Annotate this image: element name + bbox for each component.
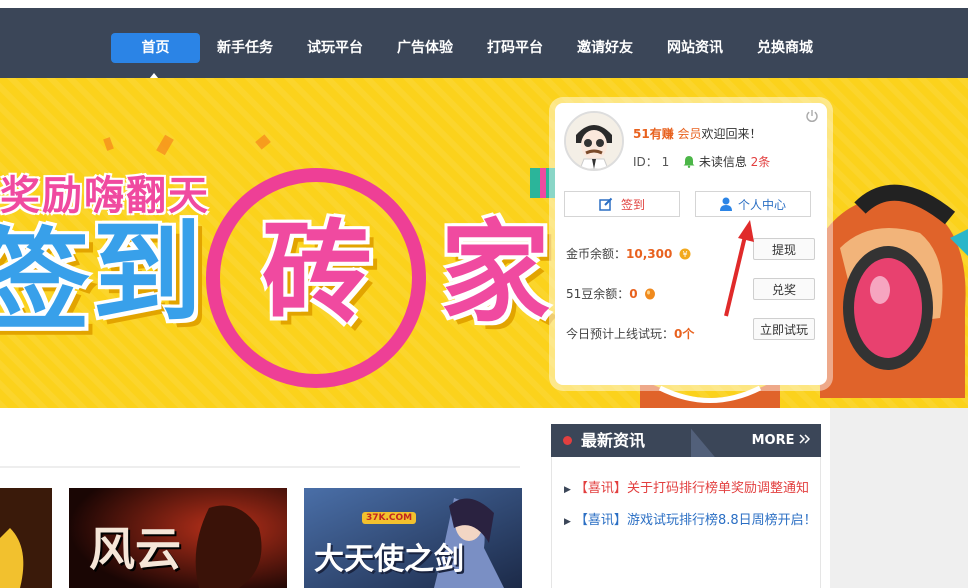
coin-label: 金币余额： (566, 247, 627, 261)
svg-text:¥: ¥ (683, 250, 688, 259)
try-now-button[interactable]: 立即试玩 (753, 318, 815, 340)
checkin-label: 签到 (620, 198, 645, 212)
logout-power-icon[interactable] (805, 109, 819, 123)
news-item[interactable]: ▶ 【喜讯】关于打码排行榜单奖励调整通知 (564, 477, 809, 496)
today-label: 今日预计上线试玩： (566, 327, 675, 341)
today-trials: 今日预计上线试玩：0个 (566, 325, 694, 342)
banner-char-arrive: 到 (92, 209, 202, 337)
id-value: 1 (661, 155, 670, 169)
game-1-art (0, 488, 52, 588)
nav-item-exchange-mall[interactable]: 兑换商城 (745, 33, 825, 63)
checkin-button[interactable]: 签到 (564, 191, 680, 217)
game-banner-1[interactable] (0, 488, 52, 588)
nav-item-invite-friends[interactable]: 邀请好友 (565, 33, 645, 63)
id-label: ID： (633, 155, 658, 169)
news-list: ▶ 【喜讯】关于打码排行榜单奖励调整通知 ▶ 【喜讯】游戏试玩排行榜8.8日周榜开启… (551, 457, 821, 588)
news-more-link[interactable]: MORE (752, 424, 811, 457)
welcome-suffix: 欢迎回来！ (701, 127, 762, 141)
unread-label: 未读信息 (698, 155, 747, 169)
game-banner-3[interactable]: 37K.COM 大天使之剑 (304, 488, 522, 588)
today-value: 0个 (674, 327, 695, 341)
banner-char-sign: 签 (0, 217, 90, 345)
site-name-link[interactable]: 51有赚 (633, 127, 674, 141)
double-chevron-right-icon (799, 434, 811, 444)
game-3-logo: 37K.COM (362, 512, 417, 524)
member-label: 会员 (677, 127, 702, 141)
coin-value: 10,300 (626, 247, 673, 261)
withdraw-button[interactable]: 提现 (753, 238, 815, 260)
bullet-triangle-icon: ▶ (564, 517, 571, 527)
edit-icon (599, 197, 613, 211)
personal-center-label: 个人中心 (737, 198, 786, 212)
nav-item-home[interactable]: 首页 (111, 33, 200, 63)
main-nav: 首页 新手任务 试玩平台 广告体验 打码平台 邀请好友 网站资讯 兑换商城 (0, 8, 968, 84)
right-gutter (830, 408, 968, 588)
nav-item-captcha-platform[interactable]: 打码平台 (475, 33, 555, 63)
bean-label: 51豆余额： (566, 287, 630, 301)
news-title: 最新资讯 (581, 431, 646, 450)
unread-messages[interactable]: 未读信息 2条 (683, 153, 770, 170)
news-dot-icon (563, 436, 572, 445)
news-header: 最新资讯 MORE (551, 424, 821, 457)
game-3-title: 大天使之剑 (314, 542, 464, 577)
news-tag: 【喜讯】 (574, 513, 627, 528)
bean-balance: 51豆余额：0 (566, 285, 656, 302)
news-item[interactable]: ▶ 【喜讯】游戏试玩排行榜8.8日周榜开启！ (564, 509, 817, 528)
nav-item-ad-experience[interactable]: 广告体验 (385, 33, 465, 63)
avatar[interactable] (564, 111, 624, 171)
bullet-triangle-icon: ▶ (564, 485, 571, 495)
welcome-text: 51有赚 会员欢迎回来！ (633, 125, 762, 142)
user-id: ID： 1 (633, 153, 669, 170)
news-text: 游戏试玩排行榜8.8日周榜开启！ (626, 513, 817, 528)
coin-icon: ¥ (679, 248, 691, 260)
gift-box-icon (530, 168, 556, 198)
banner-char-home: 家 (440, 209, 550, 337)
game-2-title: 风云 (89, 522, 181, 576)
redeem-prize-button[interactable]: 兑奖 (753, 278, 815, 300)
unread-count: 2条 (750, 155, 771, 169)
bell-icon (683, 156, 695, 168)
news-tag: 【喜讯】 (574, 481, 627, 496)
personal-center-button[interactable]: 个人中心 (695, 191, 811, 217)
avatar-image (566, 113, 622, 169)
game-banner-2[interactable]: 风云 (69, 488, 287, 588)
nav-item-trial-platform[interactable]: 试玩平台 (295, 33, 375, 63)
red-arrow-annotation (724, 220, 754, 317)
section-divider (0, 466, 520, 468)
nav-item-site-news[interactable]: 网站资讯 (655, 33, 735, 63)
bean-icon (645, 288, 656, 300)
news-text: 关于打码排行榜单奖励调整通知 (626, 481, 809, 496)
top-strip (0, 0, 968, 8)
coin-balance: 金币余额：10,300 ¥ (566, 245, 691, 262)
user-icon (719, 197, 732, 211)
user-panel: 51有赚 会员欢迎回来！ ID： 1 未读信息 2条 签到 个人中心 金币余额：… (555, 103, 827, 385)
banner-char-brick: 砖 (262, 209, 372, 337)
more-label: MORE (751, 433, 795, 448)
bean-value: 0 (629, 287, 638, 301)
nav-item-newbie-tasks[interactable]: 新手任务 (205, 33, 285, 63)
